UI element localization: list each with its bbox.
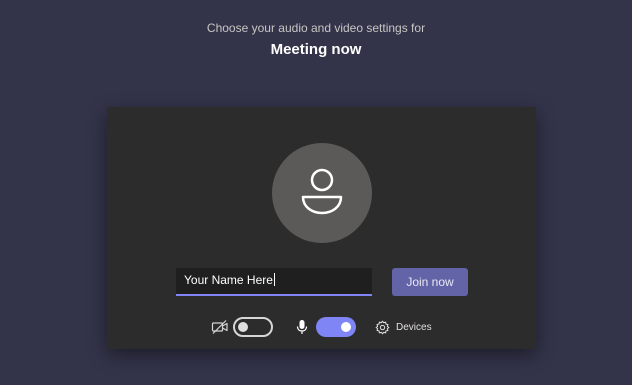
pre-join-screen: Choose your audio and video settings for…	[0, 0, 632, 385]
gear-icon	[375, 320, 390, 334]
preview-panel: Your Name Here Join now Devices	[107, 107, 536, 349]
person-icon	[301, 168, 343, 215]
name-input-value: Your Name Here	[184, 273, 273, 287]
camera-off-icon	[211, 320, 228, 334]
camera-toggle[interactable]	[233, 317, 273, 337]
microphone-toggle-knob	[341, 322, 351, 332]
meeting-title: Meeting now	[270, 41, 362, 58]
avatar	[272, 143, 372, 243]
name-input[interactable]: Your Name Here	[176, 268, 372, 296]
camera-toggle-knob	[238, 322, 248, 332]
devices-button[interactable]: Devices	[375, 317, 432, 337]
text-caret	[273, 273, 275, 286]
devices-label: Devices	[396, 321, 432, 333]
pre-join-subtitle: Choose your audio and video settings for	[206, 21, 426, 35]
av-controls: Devices	[107, 315, 536, 339]
microphone-toggle[interactable]	[316, 317, 356, 337]
microphone-icon	[296, 320, 308, 334]
join-now-button[interactable]: Join now	[392, 268, 468, 296]
